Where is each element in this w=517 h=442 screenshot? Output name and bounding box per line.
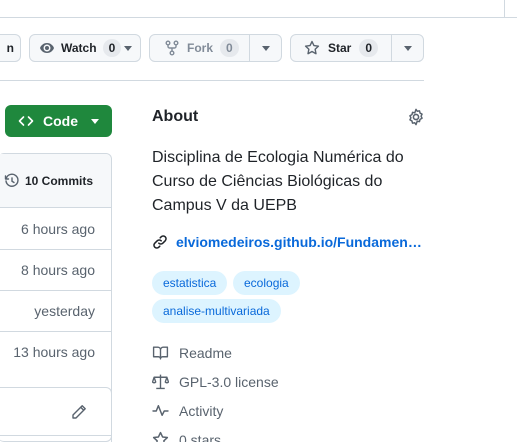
- topic-tag[interactable]: estatistica: [152, 271, 228, 295]
- license-label: GPL-3.0 license: [179, 373, 279, 390]
- watch-label: Watch: [61, 41, 97, 55]
- commits-count-label: 10 Commits: [24, 173, 93, 188]
- topic-tag[interactable]: analise-multivariada: [152, 299, 281, 323]
- repo-forked-icon: [164, 40, 180, 56]
- eye-icon: [39, 40, 55, 56]
- readme-divider: [0, 435, 111, 436]
- file-row-time[interactable]: 6 hours ago: [21, 221, 95, 237]
- watch-count: 0: [102, 39, 122, 57]
- homepage-url[interactable]: elviomedeiros.github.io/Fundamento…: [176, 234, 425, 250]
- about-heading: About: [152, 108, 199, 125]
- homepage-link[interactable]: elviomedeiros.github.io/Fundamento…: [152, 234, 427, 250]
- link-icon: [152, 234, 168, 250]
- code-button[interactable]: Code: [5, 105, 112, 137]
- gear-icon[interactable]: [407, 108, 425, 126]
- readme-panel: [0, 387, 112, 442]
- file-row-time[interactable]: 8 hours ago: [21, 262, 95, 278]
- watch-button[interactable]: Watch 0: [29, 34, 141, 62]
- star-icon: [152, 431, 169, 442]
- repo-description: Disciplina de Ecologia Numérica do Curso…: [152, 149, 404, 214]
- watch-dropdown-chevron-icon[interactable]: [124, 45, 132, 51]
- topic-tag[interactable]: ecologia: [233, 271, 300, 295]
- activity-link[interactable]: Activity: [152, 402, 223, 419]
- commits-header: 10 Commits: [0, 154, 111, 208]
- activity-label: Activity: [179, 402, 224, 419]
- star-button-group: Star 0: [290, 34, 424, 62]
- law-icon: [152, 374, 169, 390]
- code-chevron-down-icon: [91, 118, 99, 124]
- star-button[interactable]: Star 0: [291, 39, 391, 57]
- commits-link[interactable]: 10 Commits: [4, 173, 93, 189]
- file-row-time[interactable]: 13 hours ago: [13, 344, 95, 360]
- fork-button-group: Fork 0: [149, 34, 282, 62]
- fork-dropdown[interactable]: [250, 45, 281, 51]
- fork-button[interactable]: Fork 0: [150, 39, 249, 57]
- readme-link[interactable]: Readme: [152, 344, 232, 361]
- header-bottom-divider: [0, 80, 424, 81]
- stars-label: 0 stars: [179, 431, 222, 442]
- star-count: 0: [359, 39, 379, 57]
- partial-header-button[interactable]: n: [0, 34, 21, 62]
- fork-label: Fork: [187, 41, 214, 55]
- star-dropdown[interactable]: [392, 45, 423, 51]
- header-divider: [0, 17, 517, 18]
- partial-header-button-label: n: [6, 41, 14, 55]
- row-divider: [0, 249, 111, 250]
- fork-chevron-down-icon: [261, 45, 270, 51]
- pencil-icon[interactable]: [71, 404, 87, 420]
- star-label: Star: [328, 41, 352, 55]
- file-row-time[interactable]: yesterday: [34, 303, 95, 319]
- star-chevron-down-icon: [403, 45, 412, 51]
- stars-link[interactable]: 0 stars: [152, 431, 221, 442]
- fork-count: 0: [220, 39, 239, 57]
- book-icon: [152, 346, 169, 360]
- code-button-label: Code: [43, 113, 78, 129]
- row-divider: [0, 290, 111, 291]
- history-icon: [4, 173, 20, 189]
- pulse-icon: [152, 404, 169, 417]
- header-corner: [504, 0, 517, 17]
- code-icon: [18, 113, 34, 129]
- row-divider: [0, 331, 111, 332]
- license-link[interactable]: GPL-3.0 license: [152, 373, 279, 390]
- star-icon: [304, 40, 320, 56]
- readme-label: Readme: [179, 344, 232, 361]
